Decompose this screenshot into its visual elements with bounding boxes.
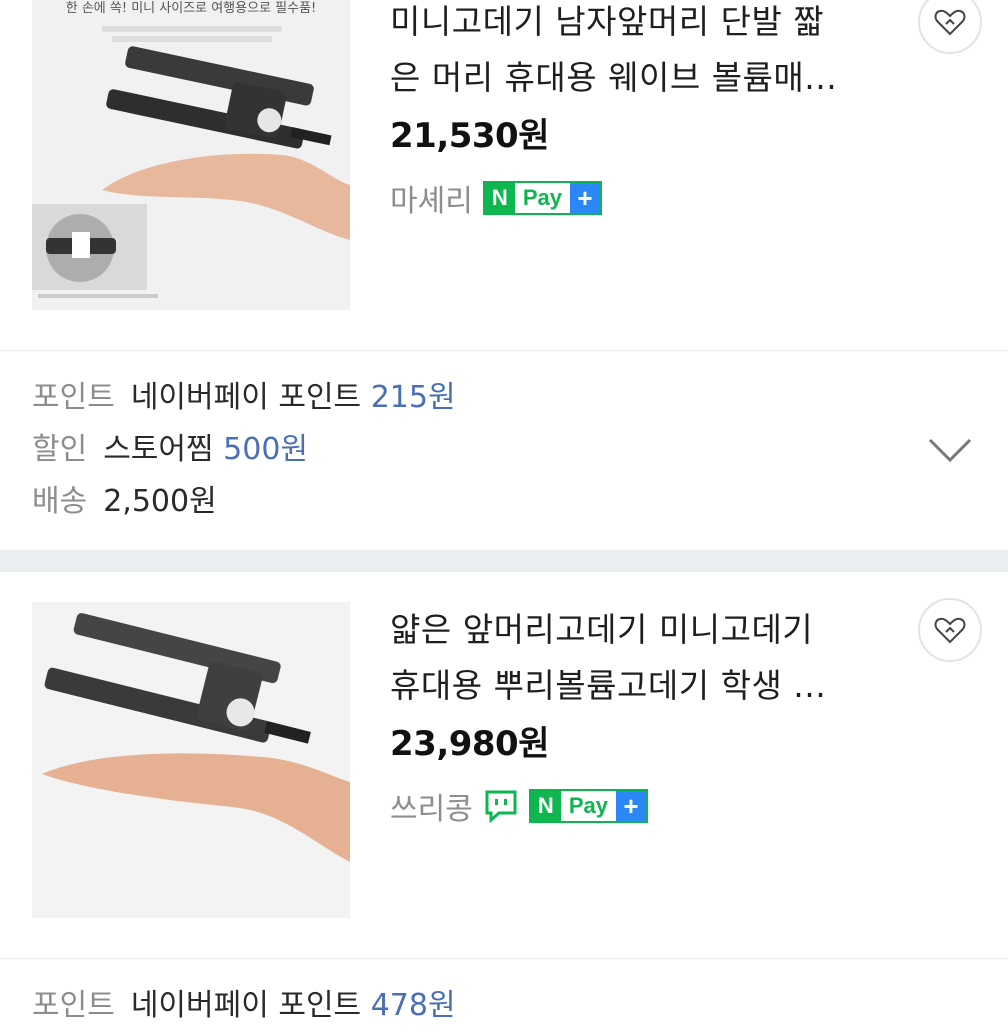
seller-row: 쓰리콩 N Pay + xyxy=(390,784,648,828)
chevron-down-icon[interactable] xyxy=(926,432,974,468)
point-value: 478원 xyxy=(370,988,456,1023)
product-image[interactable]: 한 손에 쏙! 미니 사이즈로 여행용으로 필수품! xyxy=(32,0,350,310)
image-caption: 한 손에 쏙! 미니 사이즈로 여행용으로 필수품! xyxy=(66,0,317,16)
heart-icon xyxy=(934,617,966,644)
seller-name[interactable]: 쓰리콩 xyxy=(390,784,473,828)
product-title[interactable]: 얇은 앞머리고데기 미니고데기 휴대용 뿌리볼륨고데기 학생 ... xyxy=(390,602,870,714)
shipping-label: 배송 xyxy=(32,484,88,519)
npay-plus-icon: + xyxy=(615,791,646,821)
shipping-row: 배송 2,500원 xyxy=(32,476,456,528)
discount-text: 스토어찜 xyxy=(103,432,214,467)
shipping-value: 2,500원 xyxy=(103,484,217,519)
divider xyxy=(0,350,1008,351)
wishlist-heart-button[interactable] xyxy=(918,598,982,662)
point-text: 네이버페이 포인트 xyxy=(130,380,362,415)
point-value: 215원 xyxy=(370,380,456,415)
price-currency: 원 xyxy=(518,116,549,156)
price-currency: 원 xyxy=(518,724,549,764)
product-card[interactable]: 한 손에 쏙! 미니 사이즈로 여행용으로 필수품! 미니고데기 남자앞머리 단… xyxy=(0,0,1008,350)
npay-pay: Pay xyxy=(568,793,608,818)
npay-n: N xyxy=(530,791,561,821)
seller-name[interactable]: 마셰리 xyxy=(390,176,473,220)
product-price: 21,530원 xyxy=(390,108,549,157)
talk-talk-icon[interactable] xyxy=(483,789,519,823)
point-row: 포인트 네이버페이 포인트 215원 xyxy=(32,372,456,424)
point-label: 포인트 xyxy=(32,380,115,415)
point-row: 포인트 네이버페이 포인트 478원 xyxy=(32,980,456,1032)
npay-badge: N Pay + xyxy=(528,789,648,823)
npay-badge: N Pay + xyxy=(482,181,602,215)
benefit-info: 포인트 네이버페이 포인트 215원 할인 스토어찜 500원 배송 2,500원 xyxy=(32,372,456,528)
npay-pay: Pay xyxy=(522,185,562,210)
price-value: 21,530 xyxy=(390,116,519,156)
divider xyxy=(0,958,1008,959)
wishlist-heart-button[interactable] xyxy=(918,0,982,54)
point-label: 포인트 xyxy=(32,988,115,1023)
discount-value: 500원 xyxy=(223,432,309,467)
benefit-info: 포인트 네이버페이 포인트 478원 xyxy=(32,980,456,1032)
price-value: 23,980 xyxy=(390,724,519,764)
point-text: 네이버페이 포인트 xyxy=(130,988,362,1023)
product-title[interactable]: 미니고데기 남자앞머리 단발 짧 은 머리 휴대용 웨이브 볼륨매... xyxy=(390,0,870,106)
section-separator xyxy=(0,550,1008,572)
npay-plus-icon: + xyxy=(569,183,600,213)
heart-icon xyxy=(934,9,966,36)
discount-label: 할인 xyxy=(32,432,88,467)
product-card[interactable]: 얇은 앞머리고데기 미니고데기 휴대용 뿌리볼륨고데기 학생 ... 23,98… xyxy=(0,572,1008,958)
discount-row: 할인 스토어찜 500원 xyxy=(32,424,456,476)
npay-n: N xyxy=(484,183,515,213)
product-image[interactable] xyxy=(32,602,350,918)
seller-row: 마셰리 N Pay + xyxy=(390,176,602,220)
product-price: 23,980원 xyxy=(390,716,549,765)
